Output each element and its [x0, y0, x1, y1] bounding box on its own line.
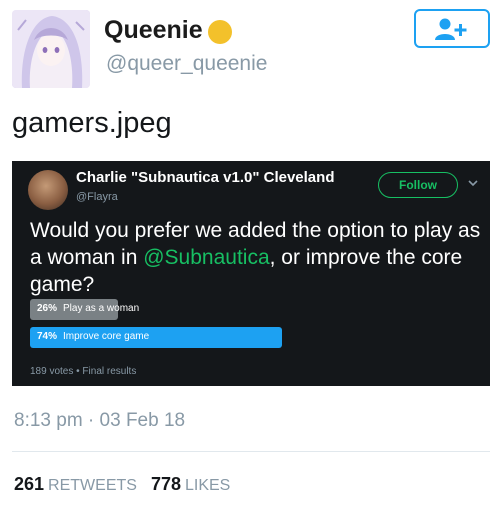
embedded-display-name: Charlie "Subnautica v1.0" Cleveland — [76, 169, 335, 186]
retweets-label: RETWEETS — [48, 477, 137, 494]
avatar[interactable] — [12, 10, 90, 88]
likes-count: 778 — [150, 474, 181, 494]
poll-option-label: 74% Improve core game — [37, 331, 149, 342]
embedded-tweet-image[interactable]: Charlie "Subnautica v1.0" Cleveland @Fla… — [12, 161, 490, 386]
embedded-avatar — [28, 170, 68, 210]
poll-option-percent: 74% — [37, 331, 58, 342]
retweets-count: 261 — [14, 474, 45, 494]
emoji-circle-icon — [208, 20, 232, 44]
follow-button[interactable] — [414, 9, 490, 48]
poll-option-label: 26% Play as a woman — [37, 303, 139, 314]
likes-stat[interactable]: 778 LIKES — [151, 474, 230, 494]
poll-option: 74% Improve core game — [30, 327, 370, 348]
poll-question-mention: @Subnautica — [143, 246, 270, 269]
poll-question: Would you prefer we added the option to … — [30, 217, 485, 298]
poll-option-text: Play as a woman — [63, 303, 140, 314]
avatar-illustration-icon — [12, 10, 90, 88]
user-handle[interactable]: @queer_queenie — [106, 52, 267, 76]
embedded-follow-button: Follow — [378, 172, 458, 198]
tweet-timestamp[interactable]: 8:13 pm · 03 Feb 18 — [14, 410, 185, 432]
poll-option-percent: 26% — [37, 303, 58, 314]
tweet-text: gamers.jpeg — [12, 107, 172, 139]
poll-meta: 189 votes • Final results — [30, 366, 137, 377]
likes-label: LIKES — [184, 477, 231, 494]
divider — [12, 451, 490, 452]
engagement-stats: 261 RETWEETS 778 LIKES — [14, 474, 230, 495]
embedded-handle: @Flayra — [76, 191, 118, 203]
poll-option: 26% Play as a woman — [30, 299, 370, 320]
chevron-down-icon — [468, 180, 478, 187]
tweet-header: Queenie @queer_queenie — [0, 0, 500, 100]
display-name[interactable]: Queenie — [104, 16, 203, 45]
add-user-icon — [435, 18, 467, 40]
poll-option-text: Improve core game — [63, 331, 150, 342]
retweets-stat[interactable]: 261 RETWEETS — [14, 474, 137, 494]
